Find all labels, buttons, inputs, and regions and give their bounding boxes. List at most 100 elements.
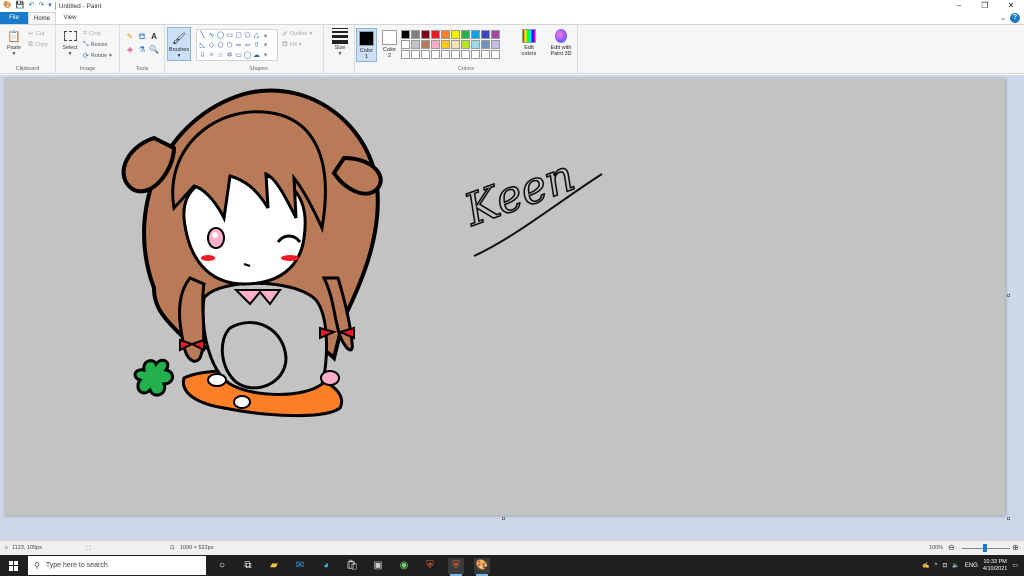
palette-color-swatch[interactable]: [401, 50, 410, 59]
palette-color-swatch[interactable]: [431, 30, 440, 39]
eraser-icon[interactable]: ◈: [125, 45, 135, 55]
edit-colors-button[interactable]: Edit colors: [517, 28, 541, 57]
game-app-icon[interactable]: ◉: [396, 558, 412, 574]
palette-color-swatch[interactable]: [431, 50, 440, 59]
save-icon[interactable]: 💾: [16, 1, 25, 11]
shapes-scroll-down-icon[interactable]: ▾: [261, 41, 270, 51]
tab-home[interactable]: Home: [28, 12, 56, 24]
shapes-scroll-up-icon[interactable]: ▴: [261, 31, 270, 41]
clock[interactable]: 10:33 PM 4/10/2021: [983, 559, 1007, 573]
outline-button[interactable]: ✐ Outline ▾: [282, 29, 312, 38]
resize-handle-right[interactable]: [1007, 294, 1010, 297]
palette-color-swatch[interactable]: [491, 50, 500, 59]
collapse-ribbon-icon[interactable]: ⌄: [1000, 14, 1006, 22]
help-icon[interactable]: ?: [1010, 13, 1020, 23]
text-tool-icon[interactable]: A: [149, 32, 159, 42]
polygon-shape-icon[interactable]: ⬠: [243, 31, 252, 41]
oval-shape-icon[interactable]: ◯: [216, 31, 225, 41]
palette-color-swatch[interactable]: [461, 40, 470, 49]
palette-color-swatch[interactable]: [451, 50, 460, 59]
tab-file[interactable]: File: [0, 12, 28, 24]
palette-color-swatch[interactable]: [411, 30, 420, 39]
zoom-in-button[interactable]: ⊕: [1012, 543, 1019, 552]
palette-color-swatch[interactable]: [441, 50, 450, 59]
pen-workspace-icon[interactable]: ✍: [922, 562, 929, 569]
diamond-shape-icon[interactable]: ◇: [207, 41, 216, 51]
start-button[interactable]: [0, 555, 28, 576]
maximize-button[interactable]: ❐: [972, 0, 998, 12]
curve-shape-icon[interactable]: ∿: [207, 31, 216, 41]
undo-icon[interactable]: ↶: [28, 1, 34, 11]
tray-overflow-chevron-icon[interactable]: ^: [935, 563, 938, 569]
palette-color-swatch[interactable]: [441, 30, 450, 39]
mail-icon[interactable]: ✉: [292, 558, 308, 574]
palette-color-swatch[interactable]: [401, 30, 410, 39]
palette-color-swatch[interactable]: [471, 50, 480, 59]
zoom-slider-thumb[interactable]: [983, 544, 987, 552]
four-point-star-shape-icon[interactable]: ✧: [207, 51, 216, 61]
palette-color-swatch[interactable]: [491, 30, 500, 39]
crop-button[interactable]: ⌗ Crop: [83, 29, 101, 38]
palette-color-swatch[interactable]: [401, 40, 410, 49]
resize-handle-bottom[interactable]: [502, 517, 505, 520]
five-point-star-shape-icon[interactable]: ☆: [216, 51, 225, 61]
callout-rect-shape-icon[interactable]: ▭: [234, 51, 243, 61]
color-picker-icon[interactable]: ⚗: [137, 45, 147, 55]
brushes-button[interactable]: 🖌 Brushes ▾: [167, 27, 191, 61]
select-button[interactable]: Select ▾: [59, 28, 81, 57]
palette-color-swatch[interactable]: [471, 40, 480, 49]
magnifier-icon[interactable]: 🔍: [149, 45, 159, 55]
palette-color-swatch[interactable]: [441, 40, 450, 49]
rounded-rectangle-shape-icon[interactable]: ▢: [234, 31, 243, 41]
palette-color-swatch[interactable]: [481, 30, 490, 39]
palette-color-swatch[interactable]: [431, 40, 440, 49]
paste-button[interactable]: 📋 Paste ▾: [3, 28, 25, 58]
file-explorer-icon[interactable]: ▰: [266, 558, 282, 574]
close-button[interactable]: ✕: [998, 0, 1024, 12]
fill-bucket-icon[interactable]: ⛾: [137, 32, 147, 42]
palette-color-swatch[interactable]: [411, 40, 420, 49]
cortana-icon[interactable]: ○: [214, 558, 230, 574]
volume-icon[interactable]: 🔈: [952, 562, 959, 569]
resize-button[interactable]: ⤡ Resize: [83, 40, 107, 49]
palette-color-swatch[interactable]: [481, 50, 490, 59]
palette-color-swatch[interactable]: [411, 50, 420, 59]
task-view-icon[interactable]: ⧉: [240, 558, 256, 574]
callout-oval-shape-icon[interactable]: ◯: [243, 51, 252, 61]
callout-cloud-shape-icon[interactable]: ☁: [252, 51, 261, 61]
right-triangle-shape-icon[interactable]: ◺: [198, 41, 207, 51]
hexagon-shape-icon[interactable]: ⬡: [225, 41, 234, 51]
minimize-button[interactable]: –: [946, 0, 972, 12]
palette-color-swatch[interactable]: [421, 30, 430, 39]
palette-color-swatch[interactable]: [451, 30, 460, 39]
customize-chevron-icon[interactable]: ▾: [48, 1, 52, 11]
up-arrow-shape-icon[interactable]: ⇧: [252, 41, 261, 51]
left-arrow-shape-icon[interactable]: ⇦: [243, 41, 252, 51]
zoom-out-button[interactable]: ⊖: [948, 543, 955, 552]
rectangle-shape-icon[interactable]: ▭: [225, 31, 234, 41]
cut-button[interactable]: ✂ Cut: [28, 29, 44, 38]
shapes-more-icon[interactable]: ▾: [261, 51, 270, 61]
notifications-icon[interactable]: ▭: [1012, 562, 1018, 569]
rotate-button[interactable]: ⟳ Rotate ▾: [83, 51, 112, 60]
palette-color-swatch[interactable]: [471, 30, 480, 39]
palette-color-swatch[interactable]: [421, 50, 430, 59]
app-icon[interactable]: ▣: [370, 558, 386, 574]
pentagon-shape-icon[interactable]: ⬠: [216, 41, 225, 51]
redo-icon[interactable]: ↷: [38, 1, 44, 11]
palette-color-swatch[interactable]: [481, 40, 490, 49]
drawing-canvas[interactable]: Keen: [4, 78, 1010, 520]
palette-color-swatch[interactable]: [421, 40, 430, 49]
paint-taskbar-icon[interactable]: 🎨: [474, 558, 490, 576]
six-point-star-shape-icon[interactable]: ✡: [225, 51, 234, 61]
size-button[interactable]: Size ▾: [329, 28, 351, 57]
down-arrow-shape-icon[interactable]: ⇩: [198, 51, 207, 61]
taskbar-search-box[interactable]: ⚲ Type here to search: [28, 556, 206, 575]
palette-color-swatch[interactable]: [461, 50, 470, 59]
palette-color-swatch[interactable]: [451, 40, 460, 49]
triangle-shape-icon[interactable]: △: [252, 31, 261, 41]
tab-view[interactable]: View: [56, 12, 84, 24]
fill-button[interactable]: ⛾ Fill ▾: [282, 40, 302, 49]
edit-with-paint3d-button[interactable]: Edit with Paint 3D: [546, 28, 576, 57]
line-shape-icon[interactable]: ╲: [198, 31, 207, 41]
